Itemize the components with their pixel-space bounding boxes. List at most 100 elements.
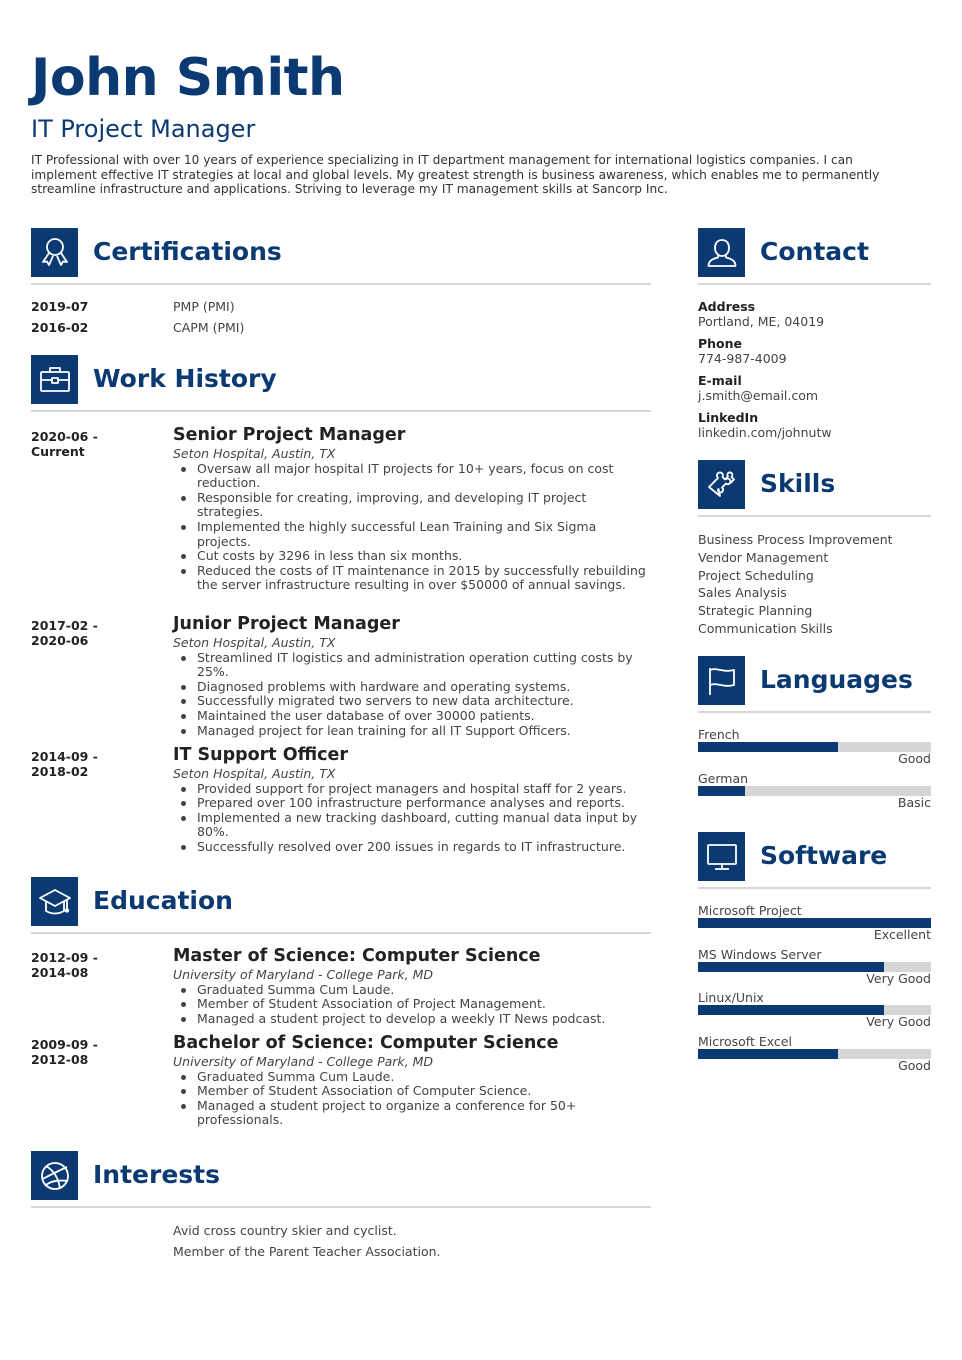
education-degree: Bachelor of Science: Computer Science — [173, 1033, 559, 1053]
flag-icon — [698, 656, 745, 705]
software-item: MS Windows Server Very Good — [698, 948, 931, 992]
education-entry-date: 2012-09 - 2014-08 — [31, 950, 98, 980]
bullet-item: Provided support for project managers an… — [173, 781, 653, 797]
summary-text: IT Professional with over 10 years of ex… — [31, 153, 880, 197]
skills-section-header: Skills — [698, 460, 931, 517]
education-heading: Education — [93, 886, 233, 915]
interest-item: Avid cross country skier and cyclist. — [173, 1223, 397, 1238]
proficiency-bar-track — [698, 742, 931, 752]
section-divider — [698, 711, 931, 713]
work-entry-employer: Seton Hospital, Austin, TX — [173, 635, 336, 650]
work-entry-title: Senior Project Manager — [173, 425, 406, 445]
bullet-item: Implemented a new tracking dashboard, cu… — [173, 810, 653, 840]
certification-date: 2016-02 — [31, 320, 89, 335]
languages-section-header: Languages — [698, 656, 931, 713]
proficiency-bar-track — [698, 1049, 931, 1059]
bullet-item: Responsible for creating, improving, and… — [173, 490, 653, 520]
language-level: Good — [898, 751, 931, 766]
software-item: Linux/Unix Very Good — [698, 991, 931, 1035]
language-name: French — [698, 727, 740, 742]
work-history-section-header: Work History — [31, 355, 651, 412]
software-name: MS Windows Server — [698, 947, 822, 962]
section-divider — [698, 515, 931, 517]
languages-heading: Languages — [760, 665, 913, 694]
contact-label: Address — [698, 299, 756, 314]
education-school: University of Maryland - College Park, M… — [173, 1054, 434, 1069]
section-divider — [31, 410, 651, 412]
education-school: University of Maryland - College Park, M… — [173, 967, 434, 982]
section-divider — [31, 1206, 651, 1208]
skill-item: Communication Skills — [698, 620, 833, 636]
work-entry-bullets: Streamlined IT logistics and administrat… — [173, 650, 653, 739]
language-level: Basic — [897, 795, 931, 810]
certification-name: CAPM (PMI) — [173, 320, 245, 335]
software-name: Linux/Unix — [698, 990, 764, 1005]
person-icon — [698, 228, 745, 277]
skills-list: Business Process Improvement Vendor Mana… — [698, 531, 931, 638]
proficiency-bar-fill — [698, 742, 838, 752]
software-level: Very Good — [866, 971, 931, 986]
contact-label: E-mail — [698, 373, 742, 388]
skill-item: Project Scheduling — [698, 567, 814, 583]
briefcase-icon — [31, 355, 78, 404]
education-entry-date: 2009-09 - 2012-08 — [31, 1037, 98, 1067]
proficiency-bar-fill — [698, 962, 885, 972]
work-entry-title: Junior Project Manager — [173, 614, 400, 634]
language-name: German — [698, 771, 749, 786]
section-divider — [31, 283, 651, 285]
work-entry-employer: Seton Hospital, Austin, TX — [173, 766, 336, 781]
certifications-heading: Certifications — [93, 237, 282, 266]
graduation-cap-icon — [31, 877, 78, 926]
contact-email: E-mail j.smith@email.com — [698, 373, 931, 403]
bullet-item: Managed a student project to develop a w… — [173, 1011, 653, 1027]
candidate-title: IT Project Manager — [31, 115, 256, 143]
work-entry-date: 2020-06 - Current — [31, 429, 98, 459]
certification-name: PMP (PMI) — [173, 299, 235, 314]
bullet-item: Member of Student Association of Project… — [173, 997, 653, 1012]
bullet-item: Streamlined IT logistics and administrat… — [173, 650, 653, 680]
contact-label: LinkedIn — [698, 410, 759, 425]
contact-heading: Contact — [760, 237, 869, 266]
contact-address: Address Portland, ME, 04019 — [698, 299, 931, 329]
candidate-name: John Smith — [31, 48, 345, 108]
skill-item: Vendor Management — [698, 549, 829, 565]
skills-heading: Skills — [760, 469, 836, 498]
section-divider — [698, 887, 931, 889]
contact-section-header: Contact — [698, 228, 931, 285]
contact-label: Phone — [698, 336, 743, 351]
certifications-section-header: Certifications — [31, 228, 651, 285]
language-item: German Basic — [698, 772, 931, 816]
skill-item: Sales Analysis — [698, 585, 787, 601]
interests-section-header: Interests — [31, 1151, 651, 1208]
bullet-item: Maintained the user database of over 300… — [173, 708, 653, 724]
award-ribbon-icon — [31, 228, 78, 277]
contact-value: Portland, ME, 04019 — [698, 314, 825, 329]
work-entry-date: 2017-02 - 2020-06 — [31, 618, 98, 648]
bullet-item: Reduced the costs of IT maintenance in 2… — [173, 563, 653, 593]
work-entry-date: 2014-09 - 2018-02 — [31, 749, 98, 779]
skill-item: Strategic Planning — [698, 603, 813, 619]
software-level: Excellent — [873, 927, 931, 942]
section-divider — [31, 932, 651, 934]
proficiency-bar-track — [698, 786, 931, 796]
software-item: Microsoft Excel Good — [698, 1035, 931, 1079]
work-entry-employer: Seton Hospital, Austin, TX — [173, 446, 336, 461]
education-degree: Master of Science: Computer Science — [173, 946, 541, 966]
contact-linkedin: LinkedIn linkedin.com/johnutw — [698, 410, 931, 440]
contact-phone: Phone 774-987-4009 — [698, 336, 931, 366]
contact-value: 774-987-4009 — [698, 351, 787, 366]
education-bullets: Graduated Summa Cum Laude. Member of Stu… — [173, 982, 653, 1027]
basketball-icon — [31, 1151, 78, 1200]
bullet-item: Cut costs by 3296 in less than six month… — [173, 549, 653, 564]
software-level: Good — [898, 1058, 931, 1073]
contact-value[interactable]: linkedin.com/johnutw — [698, 425, 931, 440]
proficiency-bar-fill — [698, 1005, 885, 1015]
bullet-item: Diagnosed problems with hardware and ope… — [173, 679, 653, 695]
bullet-item: Successfully migrated two servers to new… — [173, 694, 653, 709]
education-bullets: Graduated Summa Cum Laude. Member of Stu… — [173, 1069, 653, 1128]
contact-value[interactable]: j.smith@email.com — [698, 388, 931, 403]
work-entry-bullets: Provided support for project managers an… — [173, 781, 653, 855]
bullet-item: Successfully resolved over 200 issues in… — [173, 839, 653, 855]
work-history-heading: Work History — [93, 364, 277, 393]
language-item: French Good — [698, 728, 931, 772]
